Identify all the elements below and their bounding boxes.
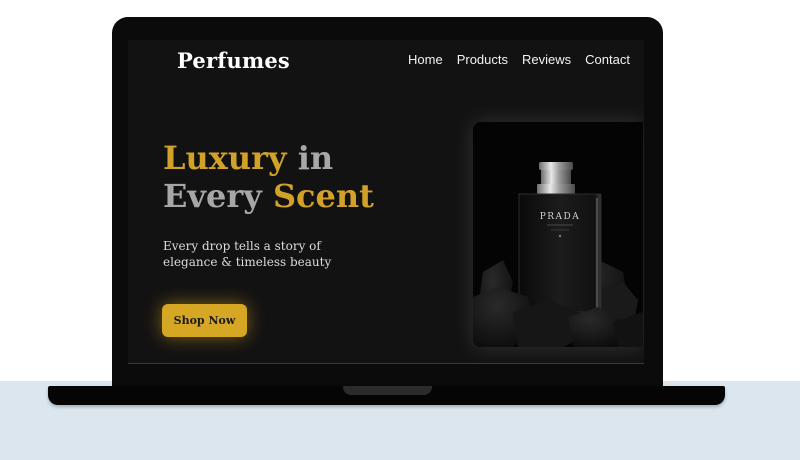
main-nav: Home Products Reviews Contact [408,52,630,67]
nav-home[interactable]: Home [408,52,443,67]
hero-title-word-every: Every [163,177,273,215]
site-logo[interactable]: Perfumes [177,48,290,73]
laptop-screen: Perfumes Home Products Reviews Contact L… [128,40,644,364]
bottle-brand-text: PRADA [540,212,581,222]
hero-subtitle: Every drop tells a story of elegance & t… [163,238,363,270]
nav-reviews[interactable]: Reviews [522,52,571,67]
hero-subtitle-line1: Every drop tells a story of [163,239,321,253]
hero-title-word-luxury: Luxury [163,139,287,177]
nav-contact[interactable]: Contact [585,52,630,67]
product-image: PRADA [473,122,643,347]
nav-products[interactable]: Products [457,52,508,67]
hero-title-word-scent: Scent [272,177,374,215]
hero-title-word-in: in [286,139,334,177]
hero-subtitle-line2: elegance & timeless beauty [163,255,332,269]
laptop-notch [343,386,432,395]
perfume-bottle-illustration: PRADA [473,122,643,347]
shop-now-button[interactable]: Shop Now [162,304,247,337]
hero-title: Luxury in Every Scent [163,139,374,215]
